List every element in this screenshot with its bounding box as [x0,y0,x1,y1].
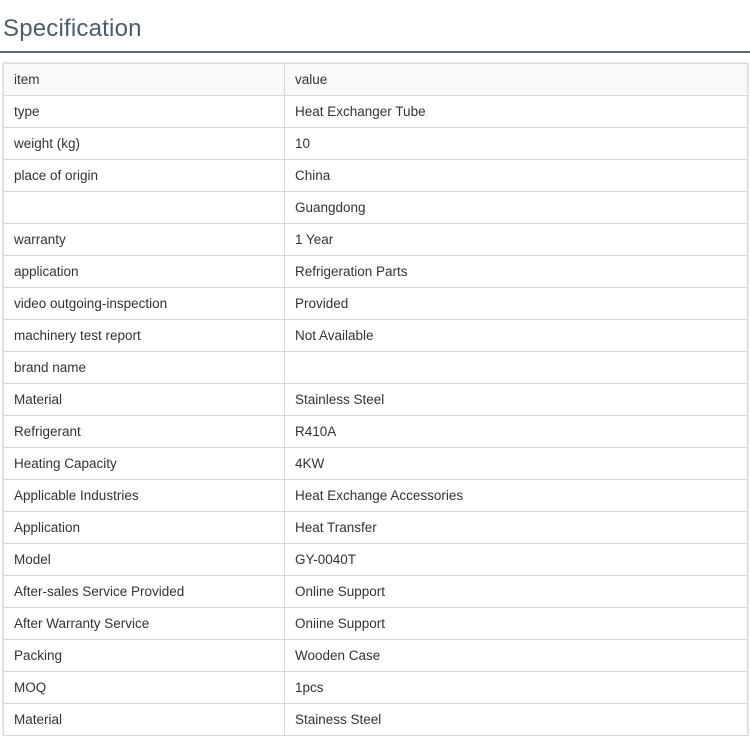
spec-item-cell: Applicable Industries [3,479,285,512]
spec-value-cell: 4KW [284,447,748,480]
table-row: Refrigerant R410A [3,415,748,448]
spec-item-cell: place of origin [3,159,285,192]
table-row: warranty 1 Year [3,223,748,256]
spec-value-cell: Stainless Steel [284,383,748,416]
spec-value-cell: Stainess Steel [284,703,748,736]
spec-value-cell: Heat Transfer [284,511,748,544]
spec-value-cell: GY-0040T [284,543,748,576]
table-row: After Warranty Service Oniine Support [3,607,748,640]
spec-value-cell: Not Available [284,319,748,352]
table-row: Applicable Industries Heat Exchange Acces… [3,479,748,512]
title-underline [0,51,750,53]
spec-value-cell: Refrigeration Parts [284,255,748,288]
table-row: place of origin China [3,159,748,192]
spec-value-cell: 1 Year [284,223,748,256]
spec-value-cell: 1pcs [284,671,748,704]
spec-item-cell: After-sales Service Provided [3,575,285,608]
table-row: Material Stainess Steel [3,703,748,736]
spec-value-cell: Oniine Support [284,607,748,640]
spec-item-cell: Heating Capacity [3,447,285,480]
table-row: Application Heat Transfer [3,511,748,544]
spec-item-cell: Packing [3,639,285,672]
spec-item-cell: weight (kg) [3,127,285,160]
table-row: MOQ 1pcs [3,671,748,704]
spec-item-cell: application [3,255,285,288]
spec-value-cell: Provided [284,287,748,320]
table-row: weight (kg) 10 [3,127,748,160]
specification-table-container: item value type Heat Exchanger Tube weight… [3,63,748,736]
table-row: application Refrigeration Parts [3,255,748,288]
spec-value-cell [284,351,748,384]
spec-item-cell: type [3,95,285,128]
spec-value-cell: R410A [284,415,748,448]
spec-item-cell: Material [3,383,285,416]
spec-item-cell: Application [3,511,285,544]
spec-item-cell: brand name [3,351,285,384]
spec-value-cell: Wooden Case [284,639,748,672]
table-row: video outgoing-inspection Provided [3,287,748,320]
spec-item-cell: machinery test report [3,319,285,352]
spec-value-cell: Heat Exchanger Tube [284,95,748,128]
spec-item-cell: video outgoing-inspection [3,287,285,320]
header-value-cell: value [284,63,748,96]
spec-item-cell: MOQ [3,671,285,704]
spec-item-cell: After Warranty Service [3,607,285,640]
spec-item-cell: Material [3,703,285,736]
table-row: After-sales Service Provided Online Suppo… [3,575,748,608]
table-row: Model GY-0040T [3,543,748,576]
table-row: Heating Capacity 4KW [3,447,748,480]
table-row: type Heat Exchanger Tube [3,95,748,128]
spec-value-cell: Online Support [284,575,748,608]
header-item-cell: item [3,63,285,96]
spec-value-cell: Heat Exchange Accessories [284,479,748,512]
spec-item-cell: warranty [3,223,285,256]
specification-table: item value type Heat Exchanger Tube weight… [3,63,748,736]
spec-item-cell: Model [3,543,285,576]
table-row: machinery test report Not Available [3,319,748,352]
spec-value-cell: 10 [284,127,748,160]
spec-item-cell [3,191,285,224]
table-row: Material Stainless Steel [3,383,748,416]
table-row: Packing Wooden Case [3,639,748,672]
table-header-row: item value [3,63,748,96]
table-row: brand name [3,351,748,384]
spec-value-cell: Guangdong [284,191,748,224]
page-title: Specification [3,15,142,42]
spec-value-cell: China [284,159,748,192]
table-row: Guangdong [3,191,748,224]
spec-item-cell: Refrigerant [3,415,285,448]
